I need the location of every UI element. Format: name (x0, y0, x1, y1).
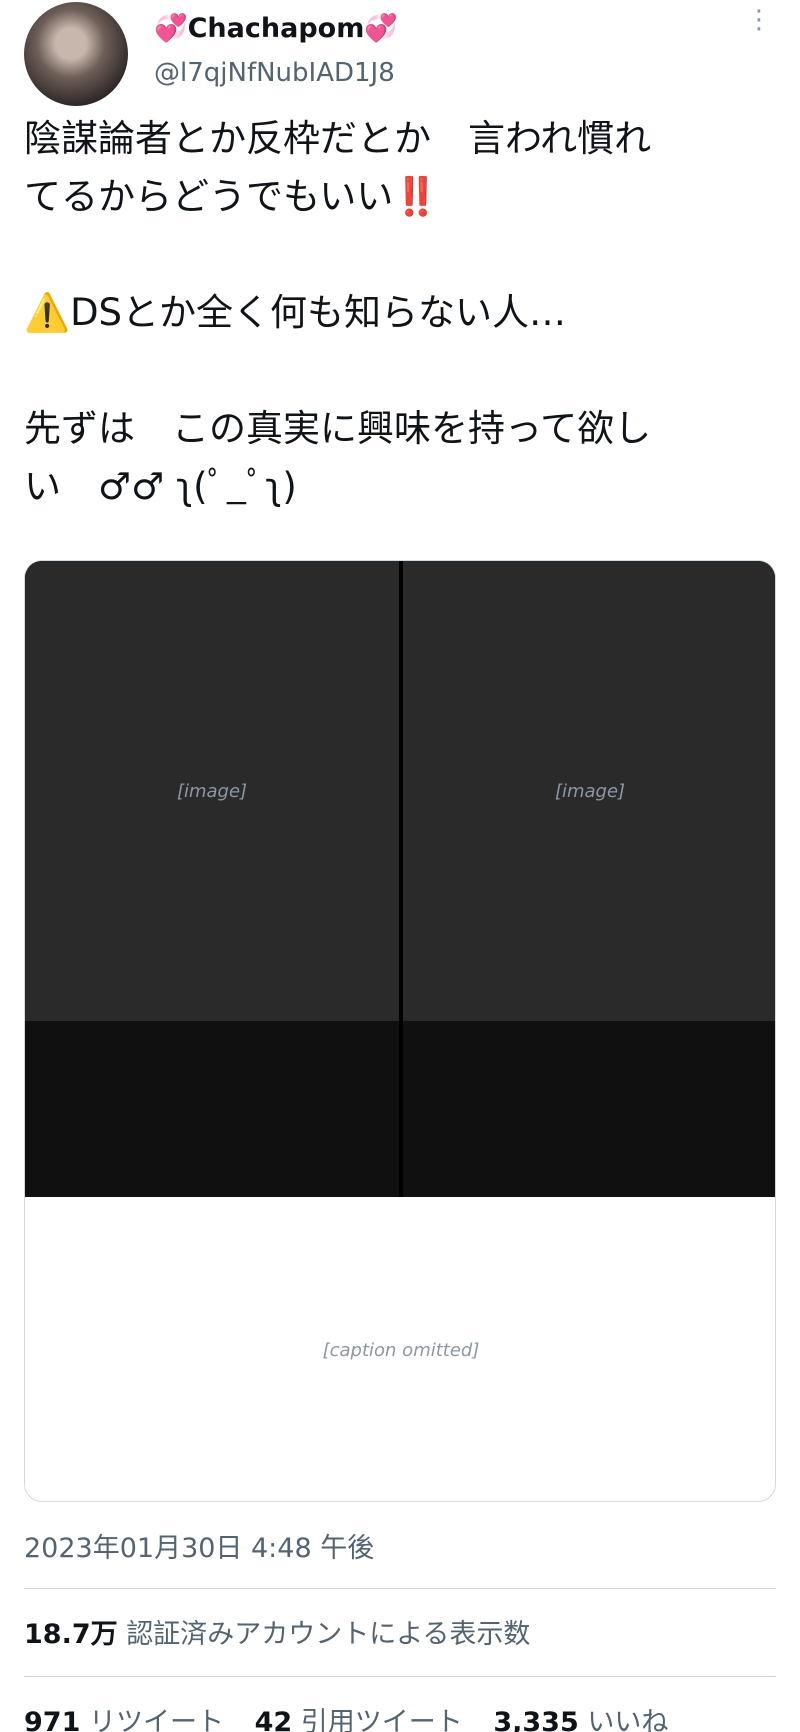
likes-count[interactable]: 3,335 (493, 1707, 578, 1732)
tweet-line: ⚠️DSとか全く何も知らない人… (24, 291, 567, 334)
views-count: 18.7万 (24, 1619, 118, 1650)
tweet-line: 先ずは この真実に興味を持って欲し い ♂♂ ʅ(ﾟ_ﾟʅ) (24, 407, 652, 508)
image-placeholder: [image] (176, 780, 248, 802)
timestamp[interactable]: 2023年01月30日 4:48 午後 (24, 1526, 374, 1565)
media-card[interactable]: [image] [image] [caption omitted] (24, 560, 776, 1502)
views-row: 18.7万 認証済みアカウントによる表示数 (24, 1612, 530, 1651)
caption-placeholder: [caption omitted] (322, 1339, 480, 1361)
tweet-text: 陰謀論者とか反枠だとか 言われ慣れ てるからどうでもいい‼️ ⚠️DSとか全く何… (24, 110, 776, 516)
media-image[interactable]: [image] [image] (25, 561, 775, 1197)
likes-label[interactable]: いいね (587, 1707, 668, 1732)
quotes-count[interactable]: 42 (255, 1707, 293, 1732)
tweet-line: 陰謀論者とか反枠だとか 言われ慣れ てるからどうでもいい‼️ (24, 117, 652, 218)
quotes-label[interactable]: 引用ツイート (301, 1707, 463, 1732)
image-caption: [caption omitted] (25, 1197, 775, 1501)
more-options-icon[interactable]: ⋮ (746, 7, 772, 50)
stats-row: 971 リツイート 42 引用ツイート 3,335 いいね (24, 1700, 690, 1732)
image-placeholder: [image] (554, 780, 626, 802)
views-label: 認証済みアカウントによる表示数 (126, 1619, 531, 1650)
photo-right: [image] (403, 561, 775, 1197)
retweets-label[interactable]: リツイート (89, 1707, 224, 1732)
tweet-header: 💞Chachapom💞 @l7qjNfNubIAD1J8 ⋮ (24, 0, 776, 110)
photo-left: [image] (25, 561, 399, 1197)
retweets-count[interactable]: 971 (24, 1707, 80, 1732)
display-name[interactable]: 💞Chachapom💞 (154, 12, 398, 44)
divider (24, 1676, 776, 1677)
handle[interactable]: @l7qjNfNubIAD1J8 (154, 58, 395, 88)
avatar[interactable] (24, 2, 128, 106)
divider (24, 1588, 776, 1589)
